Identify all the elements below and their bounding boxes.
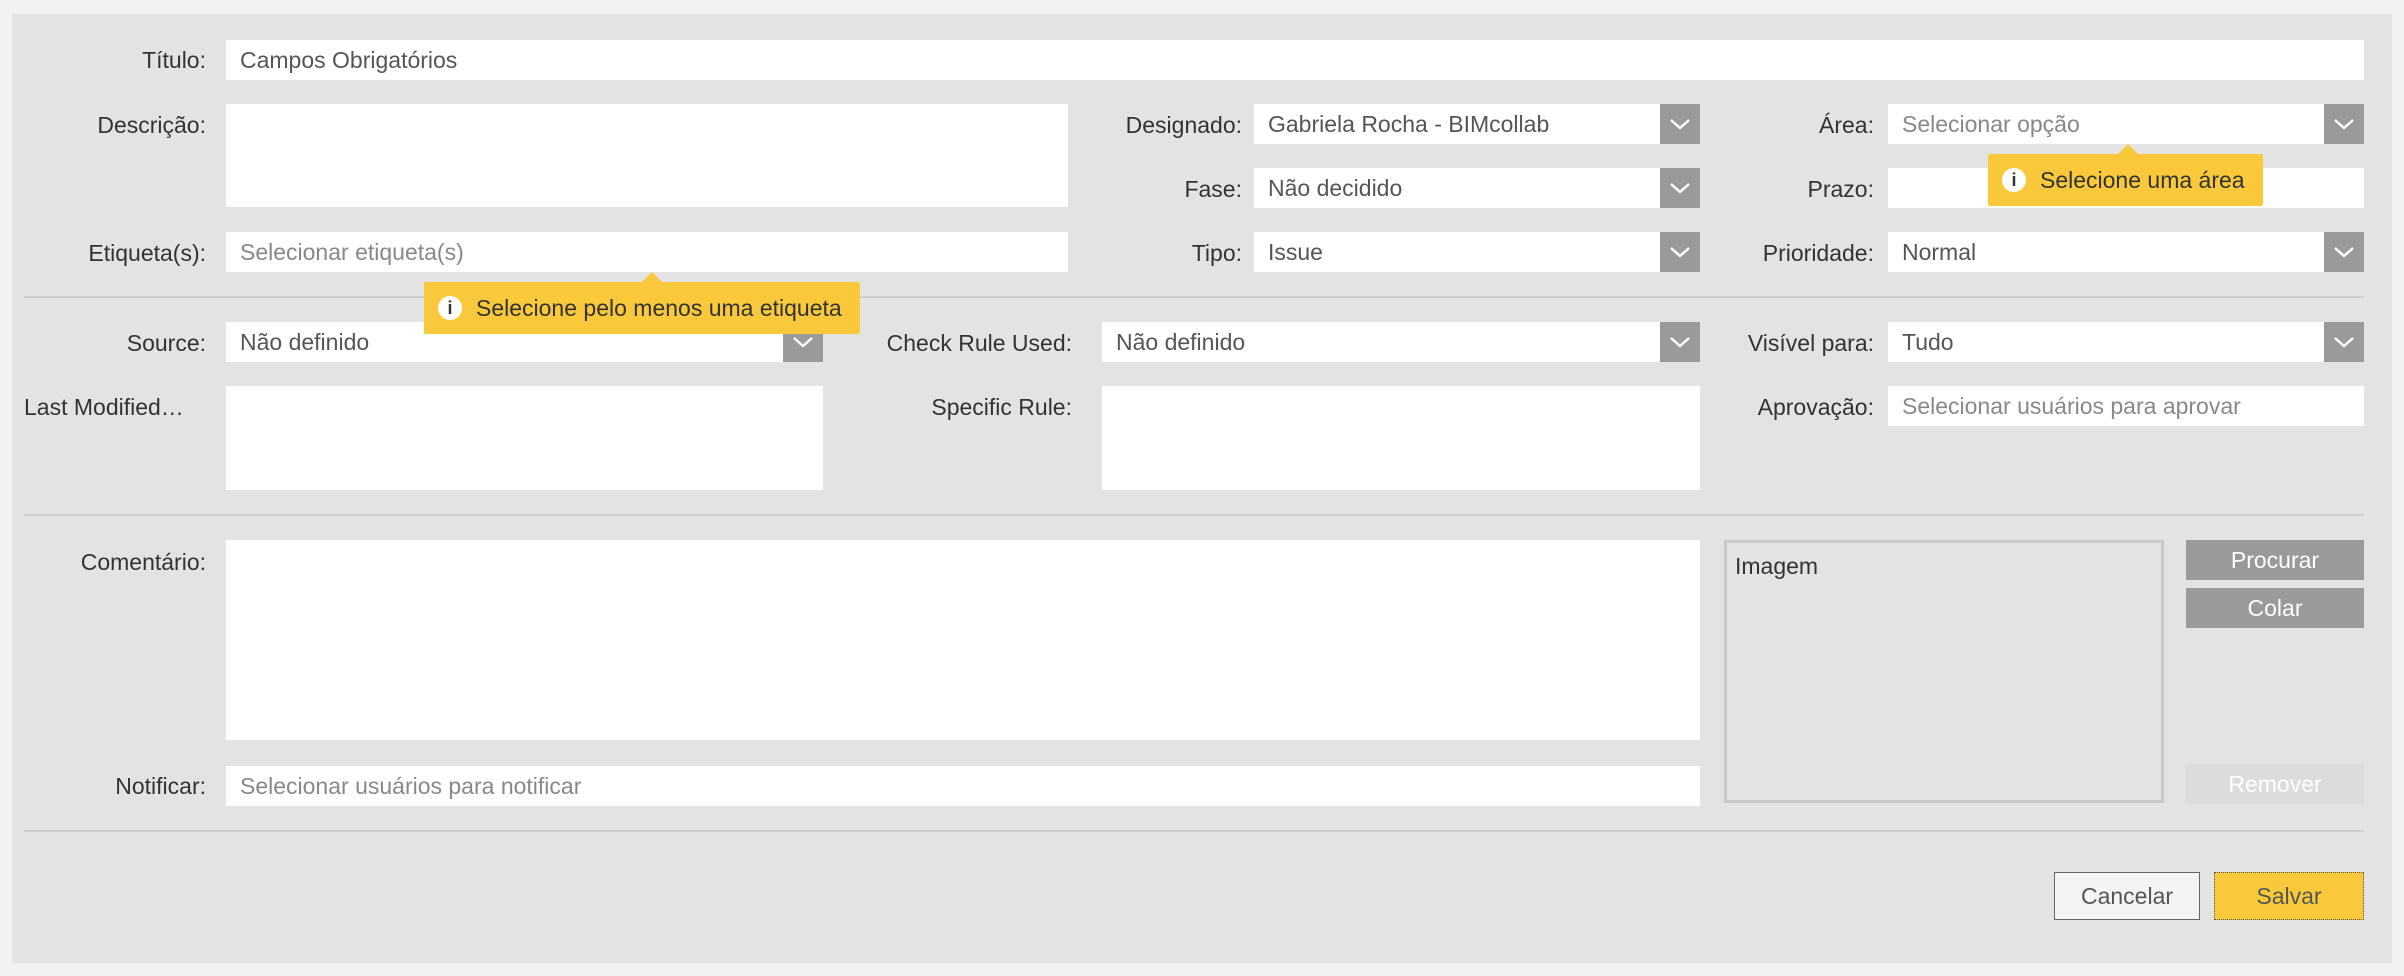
specific-rule-label: Specific Rule:	[931, 394, 1072, 420]
notify-label: Notificar:	[115, 773, 206, 799]
area-tooltip: i Selecione uma área	[1988, 144, 2263, 206]
chevron-down-icon[interactable]	[2324, 104, 2364, 144]
area-select[interactable]: Selecionar opção	[1888, 104, 2364, 144]
type-select[interactable]: Issue	[1254, 232, 1700, 272]
comment-label: Comentário:	[80, 549, 206, 575]
approval-label: Aprovação:	[1757, 394, 1874, 420]
phase-select[interactable]: Não decidido	[1254, 168, 1700, 208]
check-rule-select[interactable]: Não definido	[1102, 322, 1700, 362]
image-dropzone[interactable]: Imagem	[1724, 540, 2164, 803]
section-divider	[24, 514, 2364, 516]
type-value: Issue	[1268, 239, 1323, 265]
specific-rule-textarea[interactable]	[1102, 386, 1700, 490]
chevron-down-icon[interactable]	[1660, 232, 1700, 272]
check-rule-value: Não definido	[1116, 329, 1246, 355]
area-tooltip-text: Selecione uma área	[2040, 167, 2245, 193]
visible-select[interactable]: Tudo	[1888, 322, 2364, 362]
description-label: Descrição:	[97, 112, 206, 138]
remove-button[interactable]: Remover	[2186, 764, 2364, 804]
phase-value: Não decidido	[1268, 175, 1403, 201]
source-label: Source:	[126, 330, 206, 356]
source-value: Não definido	[240, 329, 370, 355]
chevron-down-icon[interactable]	[2324, 322, 2364, 362]
priority-label: Prioridade:	[1762, 240, 1874, 266]
assigned-value: Gabriela Rocha - BIMcollab	[1268, 111, 1550, 137]
tags-tooltip-text: Selecione pelo menos uma etiqueta	[476, 295, 842, 321]
image-label: Imagem	[1735, 553, 1819, 579]
last-modified-label: Last Modified…	[24, 394, 184, 420]
cancel-button[interactable]: Cancelar	[2054, 872, 2200, 920]
tags-tooltip: i Selecione pelo menos uma etiqueta	[424, 272, 860, 334]
paste-button[interactable]: Colar	[2186, 588, 2364, 628]
approval-input[interactable]: Selecionar usuários para aprovar	[1888, 386, 2364, 426]
area-placeholder: Selecionar opção	[1902, 111, 2080, 137]
chevron-down-icon[interactable]	[1660, 168, 1700, 208]
assigned-label: Designado:	[1125, 112, 1242, 138]
section-divider	[24, 830, 2364, 832]
description-textarea[interactable]	[226, 104, 1068, 207]
chevron-down-icon[interactable]	[2324, 232, 2364, 272]
tags-input[interactable]: Selecionar etiqueta(s)	[226, 232, 1068, 272]
info-icon: i	[438, 295, 462, 320]
save-button[interactable]: Salvar	[2214, 872, 2364, 920]
visible-value: Tudo	[1902, 329, 1954, 355]
section-divider	[24, 296, 2364, 298]
browse-button[interactable]: Procurar	[2186, 540, 2364, 580]
priority-value: Normal	[1902, 239, 1977, 265]
title-input[interactable]: Campos Obrigatórios	[226, 40, 2364, 80]
visible-label: Visível para:	[1747, 330, 1874, 356]
tags-label: Etiqueta(s):	[88, 240, 206, 266]
title-label: Título:	[142, 47, 206, 73]
comment-textarea[interactable]	[226, 540, 1700, 740]
phase-label: Fase:	[1184, 176, 1242, 202]
info-icon: i	[2002, 167, 2026, 192]
chevron-down-icon[interactable]	[1660, 322, 1700, 362]
notify-input[interactable]: Selecionar usuários para notificar	[226, 766, 1700, 806]
area-label: Área:	[1819, 112, 1874, 138]
check-rule-label: Check Rule Used:	[886, 330, 1072, 356]
assigned-select[interactable]: Gabriela Rocha - BIMcollab	[1254, 104, 1700, 144]
last-modified-textarea[interactable]	[226, 386, 823, 490]
deadline-label: Prazo:	[1807, 176, 1874, 202]
chevron-down-icon[interactable]	[1660, 104, 1700, 144]
type-label: Tipo:	[1191, 240, 1242, 266]
priority-select[interactable]: Normal	[1888, 232, 2364, 272]
